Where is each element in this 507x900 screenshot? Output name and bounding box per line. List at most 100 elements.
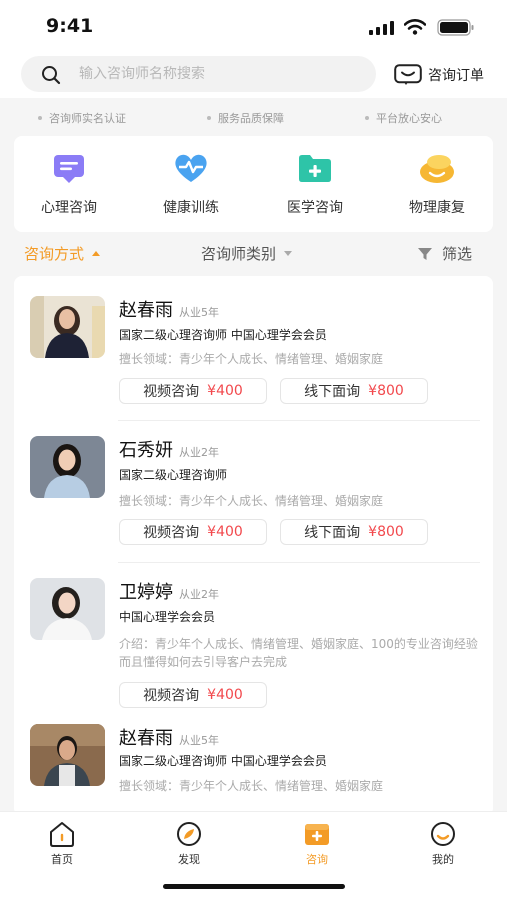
credentials: 国家二级心理咨询师 中国心理学会会员 <box>119 754 327 768</box>
price-amount: ¥800 <box>368 524 404 540</box>
bullet-icon <box>207 116 211 120</box>
home-icon <box>50 822 74 847</box>
guarantee-label: 服务品质保障 <box>218 112 284 125</box>
years-text: 从业5年 <box>179 734 219 747</box>
counselor-name: 卫婷婷 从业2年 <box>119 578 219 604</box>
counselor-card[interactable]: 石秀妍 从业2年 国家二级心理咨询师 擅长领域：青少年个人成长、情绪管理、婚姻家庭… <box>14 436 493 564</box>
category-label: 医学咨询 <box>287 200 343 216</box>
credentials: 国家二级心理咨询师 <box>119 468 228 482</box>
price-offline-button[interactable]: 线下面询 ¥800 <box>280 519 428 545</box>
counselor-name: 赵春雨 从业5年 <box>119 724 219 750</box>
avatar <box>30 436 105 498</box>
counselor-name: 石秀妍 从业2年 <box>119 436 219 462</box>
consult-icon <box>305 824 329 845</box>
category-medical[interactable]: 医学咨询 <box>260 152 370 217</box>
filter-counselor-type[interactable]: 咨询师类别 <box>201 243 293 264</box>
price-video-button[interactable]: 视频咨询 ¥400 <box>119 682 267 708</box>
price-label: 视频咨询 <box>143 525 200 541</box>
credentials: 国家二级心理咨询师 中国心理学会会员 <box>119 328 327 342</box>
medical-folder-icon <box>299 155 331 182</box>
category-physical-rehab[interactable]: 物理康复 <box>382 152 492 217</box>
credentials: 中国心理学会会员 <box>119 610 216 624</box>
profile-icon <box>431 822 455 846</box>
avatar <box>30 578 105 640</box>
description: 擅长领域：青少年个人成长、情绪管理、婚姻家庭 <box>119 779 384 793</box>
tab-label: 我的 <box>432 853 454 866</box>
price-label: 视频咨询 <box>143 688 200 704</box>
price-amount: ¥400 <box>207 383 243 399</box>
caret-up-icon <box>92 251 101 256</box>
name-text: 石秀妍 <box>119 440 173 461</box>
counselor-card[interactable]: 卫婷婷 从业2年 中国心理学会会员 介绍：青少年个人成长、情绪管理、婚姻家庭、10… <box>14 578 493 718</box>
tab-discover[interactable]: 发现 <box>149 820 229 867</box>
rehab-icon <box>420 155 454 183</box>
price-amount: ¥800 <box>368 383 404 399</box>
name-text: 赵春雨 <box>119 728 173 749</box>
filter-label: 筛选 <box>442 245 473 263</box>
guarantee-item: 平台放心安心 <box>365 110 442 126</box>
price-offline-button[interactable]: 线下面询 ¥800 <box>280 378 428 404</box>
status-bar: 9:41 <box>0 0 507 52</box>
counselor-card[interactable]: 赵春雨 从业5年 国家二级心理咨询师 中国心理学会会员 擅长领域：青少年个人成长、… <box>14 724 493 816</box>
years-text: 从业5年 <box>179 306 219 319</box>
screen: 9:41 输入咨询师名称搜索 咨询订单 咨询师实名认证 服务品质保障 平台放心安… <box>0 0 507 900</box>
category-label: 心理咨询 <box>41 200 97 216</box>
name-text: 卫婷婷 <box>119 582 173 603</box>
heart-pulse-icon <box>175 154 207 182</box>
avatar <box>30 724 105 786</box>
compass-icon <box>177 822 201 846</box>
guarantee-item: 服务品质保障 <box>207 110 284 126</box>
category-psychology[interactable]: 心理咨询 <box>14 152 124 217</box>
filter-consult-mode[interactable]: 咨询方式 <box>24 243 101 264</box>
orders-label: 咨询订单 <box>428 68 484 84</box>
guarantee-item: 咨询师实名认证 <box>38 110 126 126</box>
counselor-list: 赵春雨 从业5年 国家二级心理咨询师 中国心理学会会员 擅长领域：青少年个人成长、… <box>14 276 493 816</box>
filter-label: 咨询师类别 <box>201 245 277 263</box>
search-box[interactable] <box>21 56 376 92</box>
category-label: 健康训练 <box>163 200 219 216</box>
signal-icon <box>369 21 394 35</box>
bullet-icon <box>38 116 42 120</box>
tab-label: 发现 <box>178 853 200 866</box>
search-input[interactable] <box>79 56 359 92</box>
funnel-icon <box>418 247 432 260</box>
filter-label: 咨询方式 <box>24 245 85 263</box>
filter-bar: 咨询方式 咨询师类别 筛选 <box>0 236 507 272</box>
divider <box>118 420 480 421</box>
tab-label: 咨询 <box>306 853 328 866</box>
price-label: 视频咨询 <box>143 384 200 400</box>
wifi-icon <box>404 19 426 35</box>
divider <box>118 562 480 563</box>
battery-icon <box>437 19 474 36</box>
guarantee-label: 平台放心安心 <box>376 112 442 125</box>
guarantee-label: 咨询师实名认证 <box>49 112 126 125</box>
home-indicator <box>163 884 345 889</box>
tab-profile[interactable]: 我的 <box>403 820 483 867</box>
price-label: 线下面询 <box>304 525 361 541</box>
description: 擅长领域：青少年个人成长、情绪管理、婚姻家庭 <box>119 494 384 508</box>
guarantee-strip: 咨询师实名认证 服务品质保障 平台放心安心 <box>0 104 507 132</box>
price-label: 线下面询 <box>304 384 361 400</box>
category-health-training[interactable]: 健康训练 <box>136 152 246 217</box>
description: 擅长领域：青少年个人成长、情绪管理、婚姻家庭 <box>119 352 384 366</box>
price-amount: ¥400 <box>207 687 243 703</box>
bullet-icon <box>365 116 369 120</box>
consult-orders-button[interactable]: 咨询订单 <box>394 62 484 88</box>
price-video-button[interactable]: 视频咨询 ¥400 <box>119 378 267 404</box>
name-text: 赵春雨 <box>119 300 173 321</box>
counselor-card[interactable]: 赵春雨 从业5年 国家二级心理咨询师 中国心理学会会员 擅长领域：青少年个人成长、… <box>14 296 493 424</box>
tab-consult[interactable]: 咨询 <box>277 820 357 867</box>
avatar <box>30 296 105 358</box>
years-text: 从业2年 <box>179 588 219 601</box>
tab-home[interactable]: 首页 <box>22 820 102 867</box>
chat-icon <box>54 155 84 183</box>
search-icon <box>42 66 61 85</box>
filter-button[interactable]: 筛选 <box>418 243 472 264</box>
category-grid: 心理咨询 健康训练 医学咨询 物理康复 <box>14 136 493 232</box>
price-video-button[interactable]: 视频咨询 ¥400 <box>119 519 267 545</box>
description: 介绍：青少年个人成长、情绪管理、婚姻家庭、100的专业咨询经验而且懂得如何去引导… <box>119 637 478 669</box>
tab-label: 首页 <box>51 853 73 866</box>
counselor-name: 赵春雨 从业5年 <box>119 296 219 322</box>
search-row: 咨询订单 <box>0 52 507 98</box>
status-time: 9:41 <box>46 15 94 37</box>
